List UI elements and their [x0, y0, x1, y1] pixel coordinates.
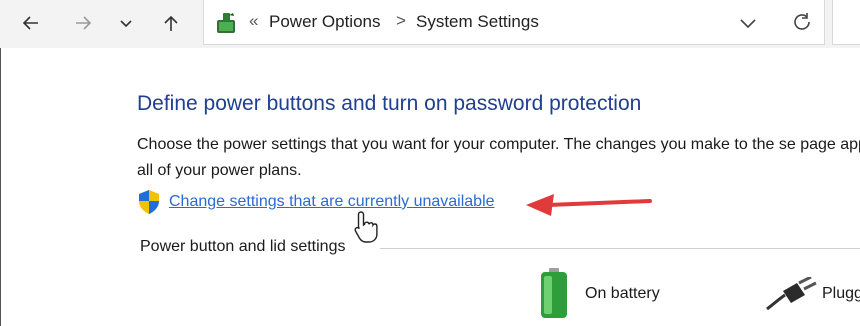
- column-plugged-in: Plugged in: [822, 285, 860, 302]
- window-border: [0, 0, 1, 326]
- group-divider: [380, 248, 860, 249]
- change-unavailable-settings-link[interactable]: Change settings that are currently unava…: [169, 193, 495, 211]
- navigation-toolbar: « Power Options > System Settings: [0, 0, 860, 48]
- power-options-icon: [214, 11, 238, 40]
- breadcrumb-overflow[interactable]: «: [249, 11, 258, 31]
- hand-pointer-cursor-icon: [352, 210, 382, 249]
- forward-arrow-icon[interactable]: [70, 10, 96, 36]
- page-description: Choose the power settings that you want …: [137, 136, 860, 179]
- annotation-arrow-icon: [524, 190, 656, 225]
- uac-shield-icon: [137, 189, 161, 220]
- address-bar[interactable]: « Power Options > System Settings: [203, 0, 825, 45]
- power-button-lid-group-label: Power button and lid settings: [140, 238, 346, 255]
- recent-locations-chevron-icon[interactable]: [113, 10, 139, 36]
- address-dropdown-chevron-icon[interactable]: [737, 12, 759, 39]
- up-arrow-icon[interactable]: [158, 10, 184, 36]
- search-box[interactable]: [832, 0, 860, 45]
- breadcrumb-power-options[interactable]: Power Options: [269, 12, 381, 32]
- breadcrumb-system-settings[interactable]: System Settings: [416, 12, 539, 32]
- plug-icon: [765, 275, 817, 316]
- back-arrow-icon[interactable]: [18, 10, 44, 36]
- battery-icon: [540, 268, 568, 323]
- refresh-icon[interactable]: [791, 11, 813, 38]
- page-heading: Define power buttons and turn on passwor…: [137, 92, 642, 115]
- breadcrumb-separator: >: [396, 11, 406, 30]
- column-on-battery: On battery: [585, 285, 660, 302]
